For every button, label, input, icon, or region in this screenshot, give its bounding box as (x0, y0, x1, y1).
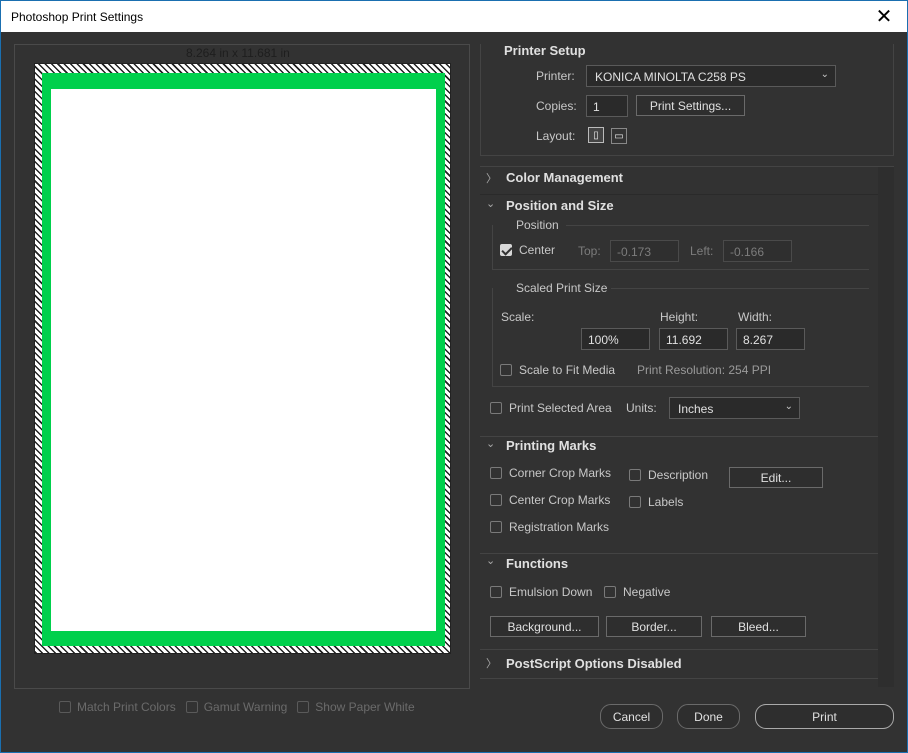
printer-label: Printer: (536, 69, 575, 83)
paper-size-label: 8.264 in x 11.681 in (186, 46, 290, 60)
border-button[interactable]: Border... (606, 616, 702, 637)
printer-setup-header: Printer Setup (504, 43, 586, 58)
print-settings-dialog: Photoshop Print Settings ✕ 8.264 in x 11… (0, 0, 908, 753)
printable-area (42, 73, 445, 646)
portrait-layout-icon[interactable]: ▯ (588, 127, 604, 143)
left-label: Left: (690, 244, 714, 258)
print-settings-button[interactable]: Print Settings... (636, 95, 745, 116)
settings-panel: 〉 Color Management ⌄ Position and Size P… (480, 166, 894, 693)
background-button[interactable]: Background... (490, 616, 599, 637)
layout-label: Layout: (536, 129, 576, 143)
paper-preview (34, 63, 451, 654)
title-bar: Photoshop Print Settings ✕ (1, 1, 907, 32)
units-label: Units: (626, 401, 657, 415)
scale-label: Scale: (501, 310, 535, 324)
window-title: Photoshop Print Settings (11, 10, 144, 24)
postscript-options-section[interactable]: 〉 PostScript Options Disabled (480, 651, 878, 679)
bleed-button[interactable]: Bleed... (711, 616, 806, 637)
top-input[interactable]: -0.173 (610, 240, 679, 262)
corner-crop-marks-checkbox[interactable]: Corner Crop Marks (490, 466, 611, 480)
marks-edit-button[interactable]: Edit... (729, 467, 823, 488)
chevron-down-icon: ⌄ (486, 198, 496, 210)
settings-content: 〉 Color Management ⌄ Position and Size P… (480, 167, 878, 694)
functions-section[interactable]: ⌄ Functions (480, 552, 878, 580)
left-input[interactable]: -0.166 (723, 240, 792, 262)
close-icon[interactable]: ✕ (861, 1, 907, 32)
height-input[interactable]: 11.692 (659, 328, 728, 350)
match-print-colors-checkbox[interactable]: Match Print Colors (59, 700, 176, 714)
center-crop-marks-checkbox[interactable]: Center Crop Marks (490, 493, 610, 507)
show-paper-white-checkbox[interactable]: Show Paper White (297, 700, 415, 714)
chevron-right-icon: 〉 (486, 658, 497, 670)
chevron-down-icon: ⌄ (486, 438, 496, 450)
description-checkbox[interactable]: Description (629, 468, 708, 482)
settings-scrollbar[interactable] (878, 167, 894, 687)
scaled-print-size-label: Scaled Print Size (516, 281, 608, 295)
preview-options: Match Print Colors Gamut Warning Show Pa… (59, 700, 415, 714)
height-label: Height: (660, 310, 699, 324)
scale-input[interactable]: 100% (581, 328, 650, 350)
image-preview (51, 89, 436, 631)
gamut-warning-checkbox[interactable]: Gamut Warning (185, 700, 287, 714)
position-group-label: Position (516, 218, 559, 232)
landscape-layout-icon[interactable]: ▭ (611, 128, 627, 144)
chevron-down-icon: ⌄ (820, 69, 829, 80)
printer-select[interactable]: KONICA MINOLTA C258 PS ⌄ (586, 65, 836, 87)
top-label: Top: (578, 244, 601, 258)
chevron-right-icon: 〉 (486, 173, 497, 185)
scale-to-fit-media-checkbox[interactable]: Scale to Fit Media (500, 363, 615, 377)
color-management-section[interactable]: 〉 Color Management (480, 167, 878, 195)
emulsion-down-checkbox[interactable]: Emulsion Down (490, 585, 592, 599)
done-button[interactable]: Done (677, 704, 740, 729)
print-selected-area-checkbox[interactable]: Print Selected Area (490, 401, 612, 415)
registration-marks-checkbox[interactable]: Registration Marks (490, 520, 609, 534)
scrollbar-thumb[interactable] (878, 167, 894, 687)
cancel-button[interactable]: Cancel (600, 704, 663, 729)
printing-marks-section[interactable]: ⌄ Printing Marks (480, 435, 878, 463)
width-label: Width: (738, 310, 773, 324)
print-button[interactable]: Print (755, 704, 894, 729)
labels-checkbox[interactable]: Labels (629, 495, 683, 509)
center-checkbox[interactable]: Center (500, 243, 555, 257)
copies-label: Copies: (536, 99, 577, 113)
width-input[interactable]: 8.267 (736, 328, 805, 350)
units-select[interactable]: Inches ⌄ (669, 397, 800, 419)
print-resolution-text: Print Resolution: 254 PPI (637, 363, 772, 377)
negative-checkbox[interactable]: Negative (604, 585, 670, 599)
chevron-down-icon: ⌄ (784, 401, 793, 412)
copies-input[interactable]: 1 (586, 95, 628, 117)
chevron-down-icon: ⌄ (486, 555, 496, 567)
